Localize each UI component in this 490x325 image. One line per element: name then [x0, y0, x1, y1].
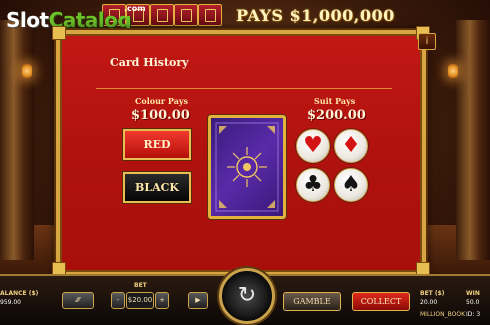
hearts-button[interactable]: ♥	[296, 129, 330, 163]
clubs-button[interactable]: ♣	[296, 168, 330, 202]
bet-label: BET	[134, 282, 147, 289]
suit-pays-label: Suit Pays	[314, 96, 356, 106]
win-value: 50.0	[466, 299, 480, 306]
right-pillar	[456, 20, 490, 260]
balance-label: ALANCE ($)	[0, 290, 39, 297]
suit-pays-amount: $200.00	[307, 108, 366, 123]
black-button[interactable]: BLACK	[123, 172, 191, 203]
bet-value: $20.00	[126, 292, 154, 309]
left-pillar	[0, 20, 34, 260]
book-icon	[150, 4, 174, 26]
win-label: WIN	[466, 290, 480, 297]
diamonds-button[interactable]: ♦	[334, 129, 368, 163]
wall-lamp-icon	[22, 64, 32, 78]
face-down-card	[208, 115, 286, 219]
bet-amount-value: 20.00	[420, 299, 438, 306]
panel-corner	[52, 26, 66, 40]
info-button[interactable]: i	[418, 33, 436, 50]
colour-pays-amount: $100.00	[131, 108, 190, 123]
bet-minus-button[interactable]: -	[111, 292, 125, 309]
collect-button[interactable]: COLLECT	[352, 292, 410, 311]
play-button[interactable]: ▶	[188, 292, 208, 309]
red-button[interactable]: RED	[123, 129, 191, 160]
round-id: ID: 3	[466, 311, 481, 318]
logo-slot-text: Slot	[6, 8, 49, 32]
book-icon	[198, 4, 222, 26]
game-name: MILLION_BOOK	[420, 311, 466, 318]
autoplay-button[interactable]: ⁄⁄⁄	[62, 292, 94, 309]
bet-plus-button[interactable]: +	[155, 292, 169, 309]
divider	[96, 88, 392, 89]
book-icon	[174, 4, 198, 26]
bet-amount-label: BET ($)	[420, 290, 445, 297]
wall-lamp-icon	[448, 64, 458, 78]
spin-icon: ↻	[237, 283, 257, 308]
watermark-logo: SlotCatalog	[6, 8, 132, 32]
card-back-emblem-icon	[215, 122, 279, 212]
spin-button[interactable]: ↻	[219, 268, 275, 324]
max-pays-banner: PAYS $1,000,000	[236, 6, 395, 25]
balance-value: 959.00	[0, 299, 21, 306]
gamble-button[interactable]: GAMBLE	[283, 292, 341, 311]
colour-pays-label: Colour Pays	[135, 96, 189, 106]
panel-title: Card History	[110, 56, 189, 69]
spades-button[interactable]: ♠	[334, 168, 368, 202]
logo-com-text: .com	[124, 4, 146, 13]
